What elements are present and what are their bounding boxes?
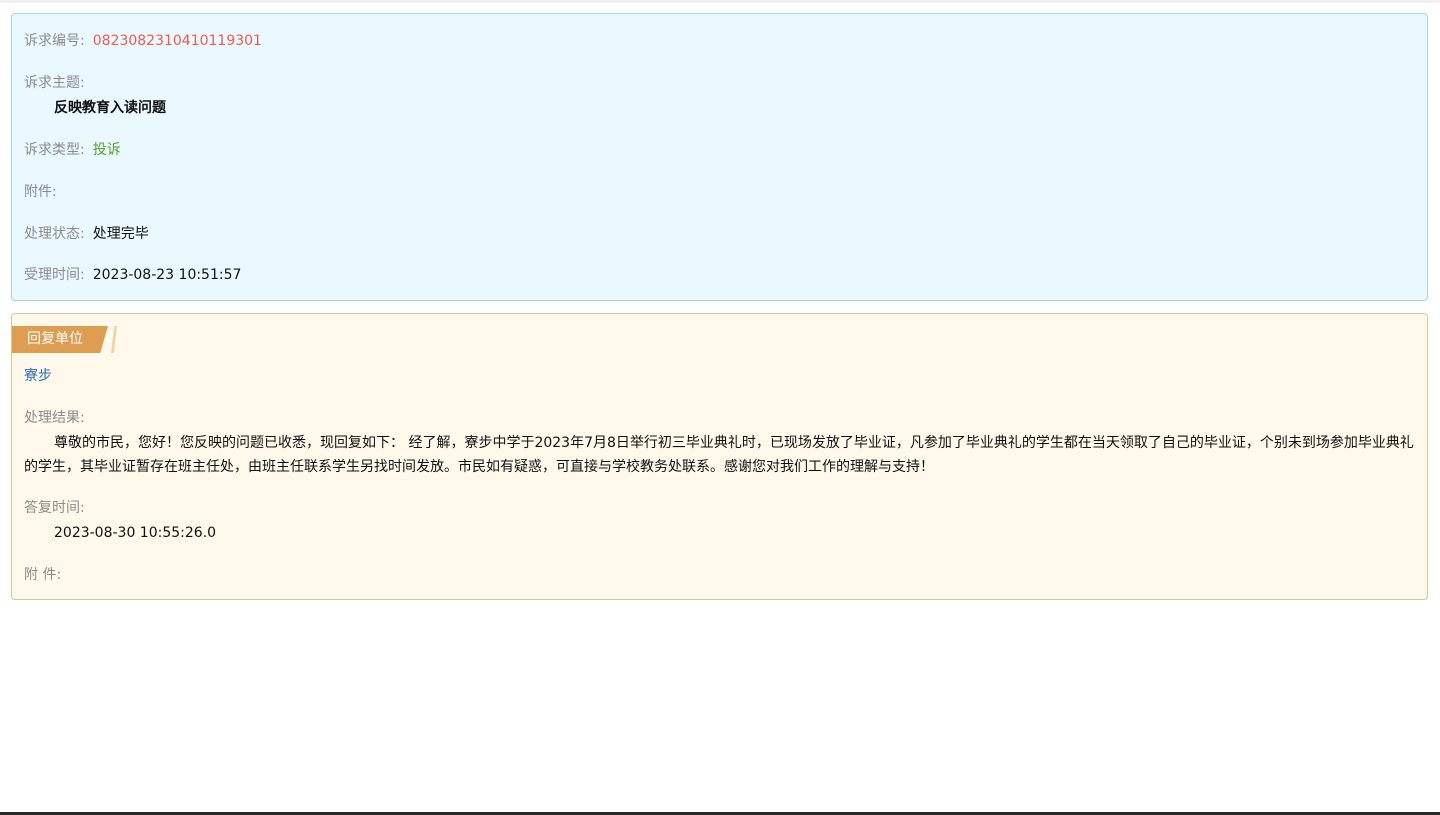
appeal-type-value: 投诉	[92, 142, 121, 158]
appeal-subject-value: 反映教育入读问题	[54, 100, 166, 116]
reply-attachment-label: 附 件:	[24, 567, 62, 583]
appeal-id-label: 诉求编号:	[24, 33, 85, 49]
reply-time-label: 答复时间:	[24, 500, 85, 516]
appeal-id-value: 0823082310410119301	[92, 33, 262, 49]
appeal-subject-label: 诉求主题:	[24, 75, 85, 91]
appeal-type-row: 诉求类型: 投诉	[24, 140, 121, 160]
appeal-info-panel: 诉求编号: 0823082310410119301 诉求主题: 反映教育入读问题 …	[11, 13, 1428, 301]
reply-panel: 回复单位 寮步 处理结果: 尊敬的市民，您好！您反映的问题已收悉，现回复如下： …	[11, 313, 1428, 600]
processing-status-label: 处理状态:	[24, 226, 85, 242]
reply-attachment-row: 附 件:	[24, 565, 61, 585]
appeal-attachment-row: 附件:	[24, 182, 57, 202]
reply-time-value: 2023-08-30 10:55:26.0	[54, 525, 217, 541]
processing-status-value: 处理完毕	[92, 226, 149, 242]
appeal-type-label: 诉求类型:	[24, 142, 85, 158]
reply-time-row: 答复时间:	[24, 498, 85, 518]
accepted-time-label: 受理时间:	[24, 267, 85, 283]
ribbon-stripe-decoration	[111, 326, 117, 353]
appeal-subject-row: 诉求主题:	[24, 73, 85, 93]
appeal-id-row: 诉求编号: 0823082310410119301	[24, 31, 262, 51]
result-label: 处理结果:	[24, 410, 85, 426]
reply-unit-name[interactable]: 寮步	[24, 366, 52, 386]
result-row: 处理结果:	[24, 408, 85, 428]
processing-status-row: 处理状态: 处理完毕	[24, 224, 149, 244]
accepted-time-value: 2023-08-23 10:51:57	[92, 267, 242, 283]
result-text: 尊敬的市民，您好！您反映的问题已收悉，现回复如下： 经了解，寮步中学于2023年…	[24, 435, 1414, 475]
reply-unit-ribbon: 回复单位	[12, 326, 108, 353]
accepted-time-row: 受理时间: 2023-08-23 10:51:57	[24, 265, 241, 285]
appeal-attachment-label: 附件:	[24, 184, 57, 200]
top-divider	[0, 0, 1440, 3]
